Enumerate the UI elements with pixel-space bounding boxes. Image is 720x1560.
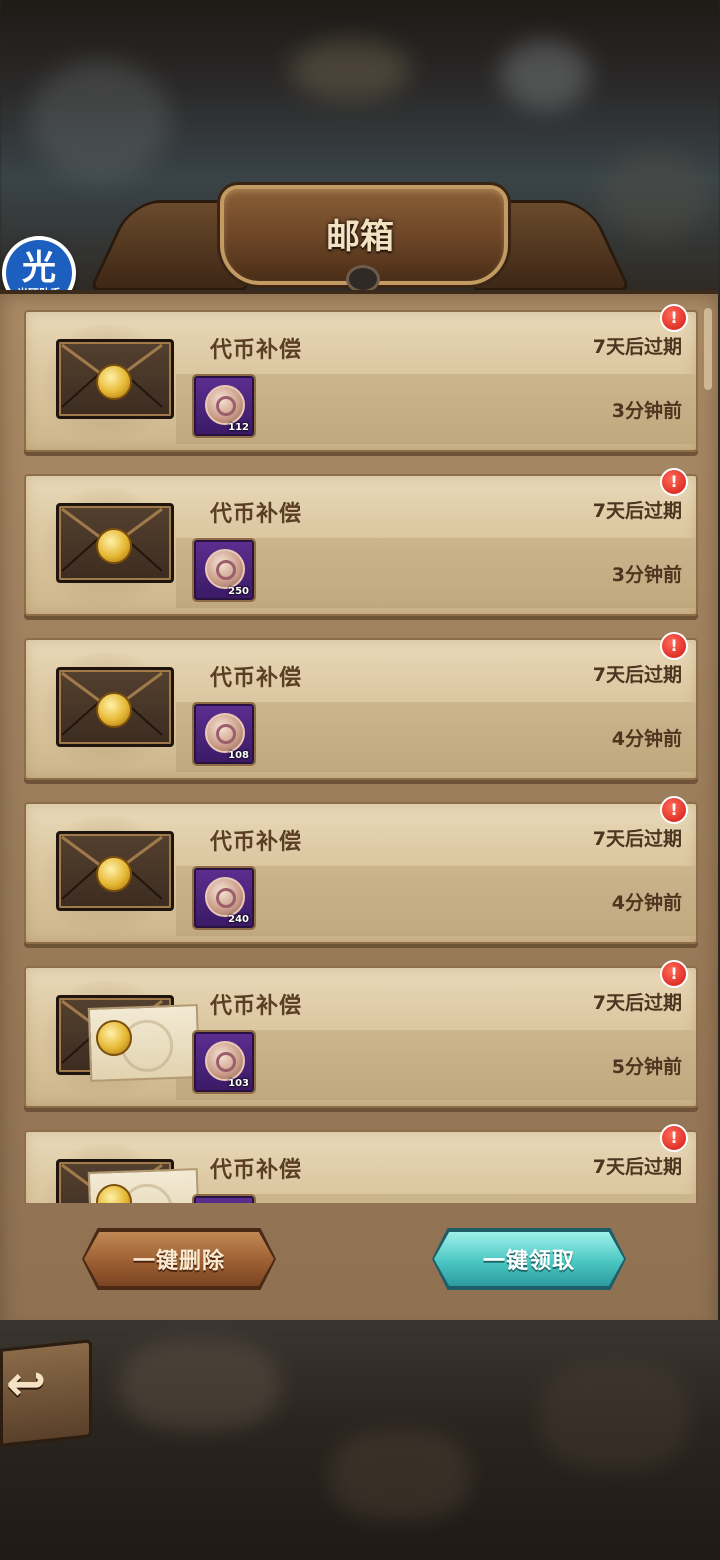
header-knob xyxy=(346,265,380,293)
mail-subject: 代币补偿 xyxy=(210,502,303,527)
reward-item[interactable]: 103 xyxy=(194,1032,254,1092)
mail-subject: 代币补偿 xyxy=(210,1158,303,1183)
token-coin-icon xyxy=(205,1041,245,1081)
mail-item-band xyxy=(176,1194,696,1203)
mail-item[interactable]: 代币补偿 7天后过期 3分钟前 ! 112 xyxy=(24,304,698,452)
mail-subject: 代币补偿 xyxy=(210,830,303,855)
envelope-icon xyxy=(56,995,201,1082)
mail-item[interactable]: 代币补偿 7天后过期 4分钟前 ! 108 xyxy=(24,632,698,780)
assistant-badge-glyph: 光 xyxy=(22,248,56,288)
reward-item[interactable]: 250 xyxy=(194,540,254,600)
exclamation-icon: ! xyxy=(660,468,688,496)
token-coin-icon xyxy=(205,549,245,589)
token-coin-icon xyxy=(205,713,245,753)
mail-expiry: 7天后过期 xyxy=(592,336,682,358)
mail-list[interactable]: 代币补偿 7天后过期 3分钟前 ! 112 代币补偿 7天后过期 3分钟前 ! … xyxy=(0,300,720,1203)
wax-seal-icon xyxy=(96,528,132,564)
envelope-icon xyxy=(56,667,174,747)
wax-seal-icon xyxy=(96,1020,132,1056)
envelope-icon xyxy=(56,1159,201,1203)
reward-quantity: 103 xyxy=(228,1078,249,1089)
token-coin-icon xyxy=(205,877,245,917)
envelope-icon xyxy=(56,831,174,911)
wax-seal-icon xyxy=(96,364,132,400)
mail-time: 4分钟前 xyxy=(611,728,682,750)
delete-all-button[interactable]: 一键删除 xyxy=(84,1232,274,1286)
reward-item[interactable] xyxy=(194,1196,254,1203)
mail-item[interactable]: 代币补偿 7天后过期 5分钟前 ! 103 xyxy=(24,960,698,1108)
token-coin-icon xyxy=(205,385,245,425)
exclamation-icon: ! xyxy=(660,632,688,660)
mailbox-header: 邮箱 xyxy=(88,175,632,300)
reward-quantity: 112 xyxy=(228,422,249,433)
back-arrow-icon[interactable]: ↩ xyxy=(6,1356,66,1416)
background-scene-bottom xyxy=(0,1320,720,1560)
mail-expiry: 7天后过期 xyxy=(592,992,682,1014)
mail-time: 3分钟前 xyxy=(611,564,682,586)
mail-subject: 代币补偿 xyxy=(210,666,303,691)
mail-expiry: 7天后过期 xyxy=(592,1156,682,1178)
envelope-icon xyxy=(56,503,174,583)
envelope-icon xyxy=(56,339,174,419)
exclamation-icon: ! xyxy=(660,304,688,332)
wax-seal-icon xyxy=(96,692,132,728)
mail-expiry: 7天后过期 xyxy=(592,828,682,850)
exclamation-icon: ! xyxy=(660,796,688,824)
page-title: 邮箱 xyxy=(326,217,394,257)
mail-expiry: 7天后过期 xyxy=(592,500,682,522)
claim-all-button[interactable]: 一键领取 xyxy=(434,1232,624,1286)
wax-seal-icon xyxy=(96,856,132,892)
mail-subject: 代币补偿 xyxy=(210,338,303,363)
mail-subject: 代币补偿 xyxy=(210,994,303,1019)
reward-item[interactable]: 240 xyxy=(194,868,254,928)
mail-time: 5分钟前 xyxy=(611,1056,682,1078)
mail-expiry: 7天后过期 xyxy=(592,664,682,686)
mail-time: 4分钟前 xyxy=(611,892,682,914)
reward-item[interactable]: 108 xyxy=(194,704,254,764)
reward-item[interactable]: 112 xyxy=(194,376,254,436)
mail-time: 3分钟前 xyxy=(611,400,682,422)
mail-item[interactable]: 代币补偿 7天后过期 4分钟前 ! 240 xyxy=(24,796,698,944)
mail-item[interactable]: 代币补偿 7天后过期 3分钟前 ! 250 xyxy=(24,468,698,616)
reward-quantity: 240 xyxy=(228,914,249,925)
exclamation-icon: ! xyxy=(660,1124,688,1152)
reward-quantity: 250 xyxy=(228,586,249,597)
reward-quantity: 108 xyxy=(228,750,249,761)
exclamation-icon: ! xyxy=(660,960,688,988)
mail-item[interactable]: 代币补偿 7天后过期 ! xyxy=(24,1124,698,1203)
